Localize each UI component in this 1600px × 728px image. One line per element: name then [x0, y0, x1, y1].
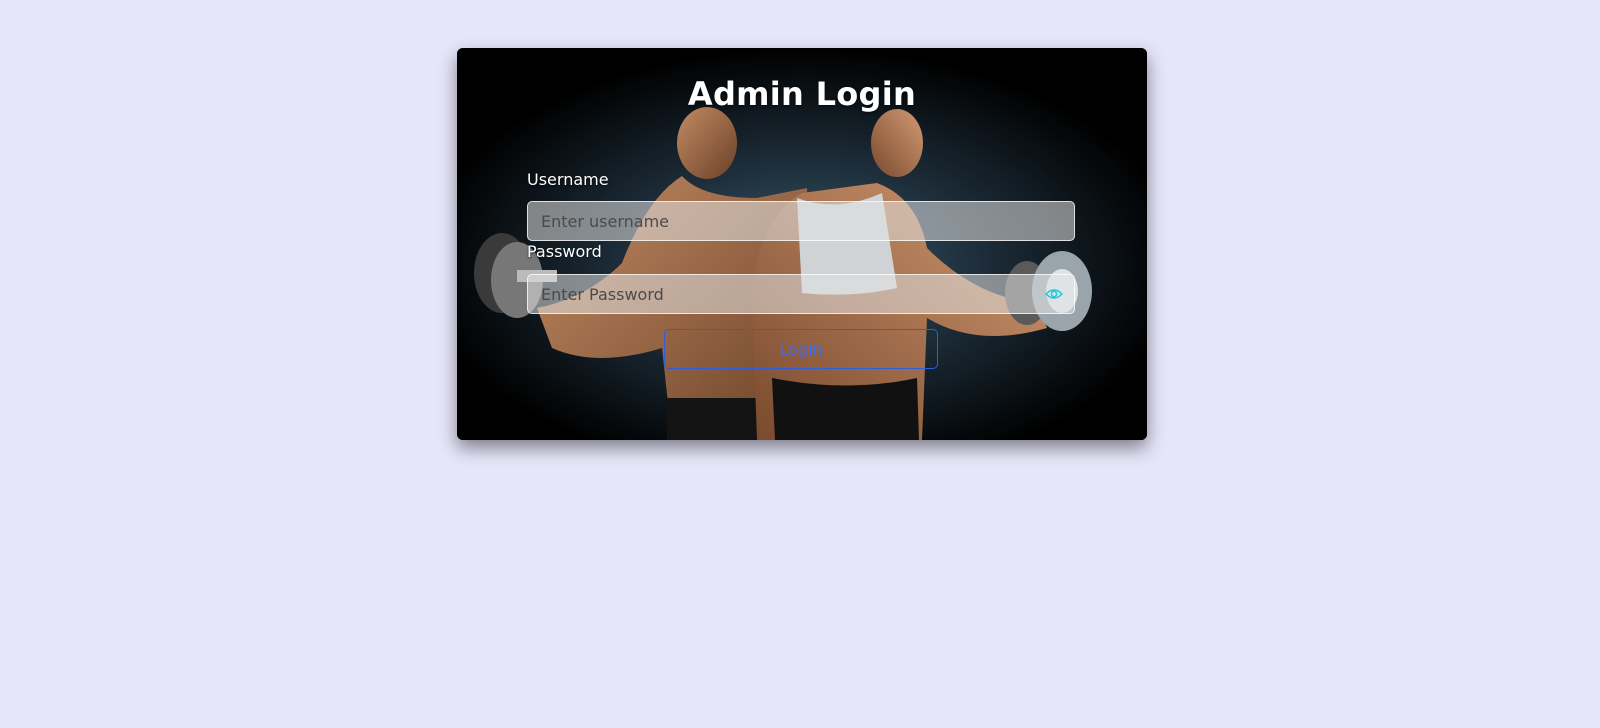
show-password-toggle[interactable] [1033, 274, 1075, 314]
login-button[interactable]: Login [664, 329, 938, 369]
password-label: Password [527, 242, 602, 261]
page-title: Admin Login [687, 75, 917, 113]
login-card: Admin Login Username Password Login [457, 48, 1147, 440]
eye-icon [1045, 289, 1063, 299]
username-label: Username [527, 170, 609, 189]
username-field[interactable] [527, 201, 1075, 241]
password-field[interactable] [527, 274, 1075, 314]
